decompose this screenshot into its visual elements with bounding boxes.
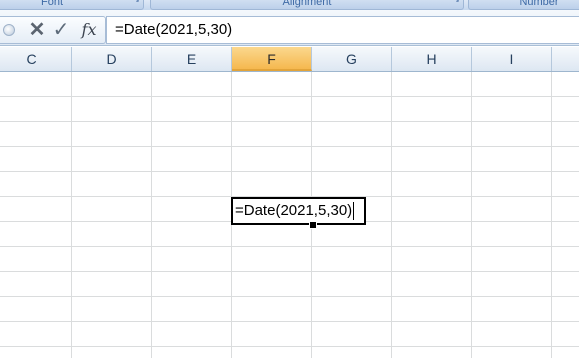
fill-handle[interactable] <box>309 221 317 229</box>
ribbon-group-font[interactable]: Font ↘ <box>0 0 144 10</box>
gridline <box>151 72 152 358</box>
excel-window: Font ↘ Alignment ↘ Number ✕ ✓ fx =Date(2… <box>0 0 579 358</box>
gridline <box>471 72 472 358</box>
dialog-launcher-icon[interactable]: ↘ <box>133 0 140 4</box>
column-header-c[interactable]: C <box>0 47 72 71</box>
ribbon-group-number-label: Number <box>519 0 559 8</box>
column-header-row: C D E F G H I <box>0 47 579 72</box>
text-cursor <box>353 202 355 221</box>
column-header-i[interactable]: I <box>472 47 552 71</box>
insert-function-icon[interactable]: fx <box>78 19 100 41</box>
column-header-f[interactable]: F <box>232 47 312 71</box>
formula-input[interactable]: =Date(2021,5,30) <box>106 16 579 44</box>
ribbon-group-font-label: Font <box>40 0 63 8</box>
column-header-e[interactable]: E <box>152 47 232 71</box>
ribbon-group-alignment[interactable]: Alignment ↘ <box>150 0 464 10</box>
name-box-resize-handle[interactable] <box>3 24 15 36</box>
ribbon-group-labels: Font ↘ Alignment ↘ Number <box>0 0 579 10</box>
ribbon-group-number[interactable]: Number <box>468 0 579 10</box>
gridline <box>391 72 392 358</box>
active-cell-editor[interactable]: =Date(2021,5,30) <box>231 197 366 225</box>
gridline <box>551 72 552 358</box>
column-header-h[interactable]: H <box>392 47 472 71</box>
formula-bar-buttons: ✕ ✓ fx <box>0 16 106 44</box>
ribbon-group-alignment-label: Alignment <box>282 0 332 8</box>
column-header-d[interactable]: D <box>72 47 152 71</box>
column-header-g[interactable]: G <box>312 47 392 71</box>
formula-bar: ✕ ✓ fx =Date(2021,5,30) <box>0 10 579 46</box>
column-header-partial[interactable] <box>552 47 579 71</box>
active-cell-text: =Date(2021,5,30) <box>235 202 353 219</box>
dialog-launcher-icon[interactable]: ↘ <box>453 0 460 4</box>
cancel-icon[interactable]: ✕ <box>28 19 46 41</box>
gridline <box>71 72 72 358</box>
enter-checkmark-icon[interactable]: ✓ <box>51 19 71 41</box>
